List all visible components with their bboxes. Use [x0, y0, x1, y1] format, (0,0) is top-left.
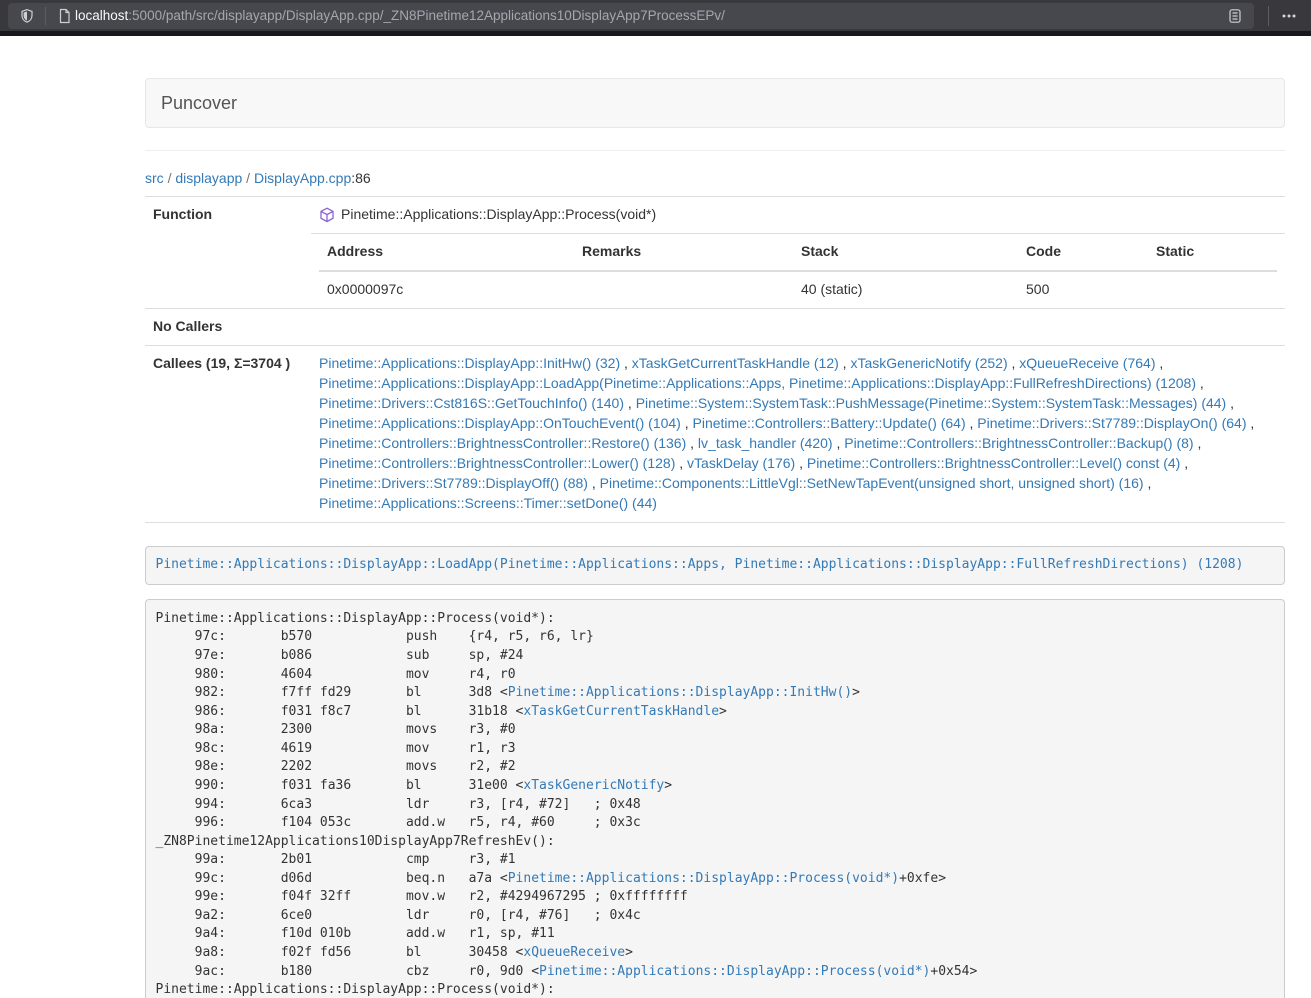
no-callers-row: No Callers	[145, 308, 1285, 345]
callee-separator: ,	[686, 435, 698, 451]
code-value: 500	[1018, 271, 1148, 308]
column-header-static: Static	[1148, 234, 1277, 271]
column-header-address: Address	[319, 234, 574, 271]
asm-symbol-link[interactable]: Pinetime::Applications::DisplayApp::Proc…	[508, 871, 899, 886]
breadcrumb-link-displayapp[interactable]: displayapp	[175, 170, 242, 186]
stack-value: 40 (static)	[793, 271, 1018, 308]
callee-separator: ,	[588, 475, 600, 491]
breadcrumb-line-number: :86	[351, 170, 370, 186]
kebab-menu-icon[interactable]	[1275, 4, 1303, 28]
divider	[145, 150, 1285, 151]
callee-separator: ,	[620, 355, 632, 371]
asm-symbol-link[interactable]: xTaskGenericNotify	[523, 778, 664, 793]
url-text[interactable]: localhost:5000/path/src/displayapp/Displ…	[75, 8, 1224, 23]
function-stats-table: Address Remarks Stack Code Static 0x0000…	[319, 234, 1277, 308]
function-stats-row: Address Remarks Stack Code Static 0x0000…	[145, 233, 1285, 308]
url-host: localhost	[75, 8, 128, 23]
symbol-table: Function Pinetime::Applications::Display…	[145, 196, 1285, 523]
callee-link[interactable]: Pinetime::System::SystemTask::PushMessag…	[636, 395, 1227, 411]
callee-separator: ,	[1226, 395, 1234, 411]
asm-symbol-link[interactable]: xQueueReceive	[523, 945, 625, 960]
callee-separator: ,	[675, 455, 687, 471]
column-header-remarks: Remarks	[574, 234, 793, 271]
table-row: 0x0000097c 40 (static) 500	[319, 271, 1277, 308]
callee-link[interactable]: Pinetime::Controllers::BrightnessControl…	[844, 435, 1193, 451]
callee-link[interactable]: Pinetime::Applications::DisplayApp::Load…	[319, 375, 1196, 391]
remarks-value	[574, 271, 793, 308]
function-row: Function Pinetime::Applications::Display…	[145, 197, 1285, 234]
callee-separator: ,	[1155, 355, 1163, 371]
page-icon[interactable]	[53, 5, 75, 27]
callee-separator: ,	[1194, 435, 1202, 451]
breadcrumb-link-file[interactable]: DisplayApp.cpp	[254, 170, 351, 186]
callee-link[interactable]: vTaskDelay (176)	[687, 455, 795, 471]
urlbar-separator	[45, 7, 46, 25]
callee-separator: ,	[1247, 415, 1255, 431]
callee-link[interactable]: Pinetime::Drivers::Cst816S::GetTouchInfo…	[319, 395, 624, 411]
page-container: Puncover src / displayapp / DisplayApp.c…	[145, 78, 1285, 998]
callee-link[interactable]: Pinetime::Applications::DisplayApp::Init…	[319, 355, 620, 371]
callee-link[interactable]: Pinetime::Controllers::BrightnessControl…	[319, 455, 675, 471]
callee-link[interactable]: Pinetime::Applications::DisplayApp::OnTo…	[319, 415, 681, 431]
browser-toolbar: localhost:5000/path/src/displayapp/Displ…	[0, 0, 1311, 36]
callee-link[interactable]: Pinetime::Controllers::Battery::Update()…	[693, 415, 966, 431]
address-value: 0x0000097c	[319, 271, 574, 308]
static-value	[1148, 271, 1277, 308]
app-navbar: Puncover	[145, 78, 1285, 128]
function-name: Pinetime::Applications::DisplayApp::Proc…	[341, 205, 656, 225]
app-brand[interactable]: Puncover	[146, 79, 252, 127]
shield-icon[interactable]	[16, 5, 38, 27]
callee-link[interactable]: Pinetime::Drivers::St7789::DisplayOff() …	[319, 475, 588, 491]
callee-link[interactable]: xTaskGenericNotify (252)	[850, 355, 1007, 371]
callees-row: Callees (19, Σ=3704 ) Pinetime::Applicat…	[145, 345, 1285, 522]
function-row-label: Function	[145, 197, 311, 309]
callee-separator: ,	[833, 435, 845, 451]
callee-link[interactable]: Pinetime::Controllers::BrightnessControl…	[319, 435, 686, 451]
column-header-code: Code	[1018, 234, 1148, 271]
assembly-listing: Pinetime::Applications::DisplayApp::Proc…	[145, 599, 1285, 998]
callee-separator: ,	[624, 395, 636, 411]
callee-separator: ,	[795, 455, 807, 471]
callee-link[interactable]: Pinetime::Components::LittleVgl::SetNewT…	[600, 475, 1144, 491]
callee-link[interactable]: lv_task_handler (420)	[698, 435, 833, 451]
callee-separator: ,	[1144, 475, 1152, 491]
asm-symbol-link[interactable]: Pinetime::Applications::DisplayApp::Init…	[508, 685, 852, 700]
callee-separator: ,	[1008, 355, 1020, 371]
callee-link[interactable]: Pinetime::Controllers::BrightnessControl…	[807, 455, 1180, 471]
reader-mode-icon[interactable]	[1224, 5, 1246, 27]
column-header-stack: Stack	[793, 234, 1018, 271]
no-callers-label: No Callers	[145, 308, 311, 345]
breadcrumb-link-src[interactable]: src	[145, 170, 164, 186]
toolbar-separator	[1268, 6, 1269, 26]
highlighted-symbol-link[interactable]: Pinetime::Applications::DisplayApp::Load…	[156, 557, 1244, 572]
breadcrumb: src / displayapp / DisplayApp.cpp:86	[145, 170, 1285, 186]
callee-separator: ,	[839, 355, 851, 371]
callee-link[interactable]: Pinetime::Drivers::St7789::DisplayOn() (…	[977, 415, 1246, 431]
url-bar[interactable]: localhost:5000/path/src/displayapp/Displ…	[8, 3, 1254, 29]
callees-label: Callees (19, Σ=3704 )	[145, 345, 311, 522]
breadcrumb-separator: /	[168, 170, 172, 186]
asm-symbol-link[interactable]: Pinetime::Applications::DisplayApp::Proc…	[539, 964, 930, 979]
callee-separator: ,	[966, 415, 978, 431]
breadcrumb-separator: /	[246, 170, 250, 186]
asm-symbol-link[interactable]: xTaskGetCurrentTaskHandle	[523, 704, 719, 719]
callee-link[interactable]: xQueueReceive (764)	[1019, 355, 1155, 371]
callee-link[interactable]: xTaskGetCurrentTaskHandle (12)	[632, 355, 839, 371]
url-path: :5000/path/src/displayapp/DisplayApp.cpp…	[128, 8, 725, 23]
callees-list: Pinetime::Applications::DisplayApp::Init…	[311, 345, 1285, 522]
callee-separator: ,	[681, 415, 693, 431]
callee-link[interactable]: Pinetime::Applications::Screens::Timer::…	[319, 495, 657, 511]
cube-icon	[319, 207, 335, 223]
highlighted-symbol-block: Pinetime::Applications::DisplayApp::Load…	[145, 546, 1285, 586]
callee-separator: ,	[1196, 375, 1204, 391]
callee-separator: ,	[1180, 455, 1188, 471]
